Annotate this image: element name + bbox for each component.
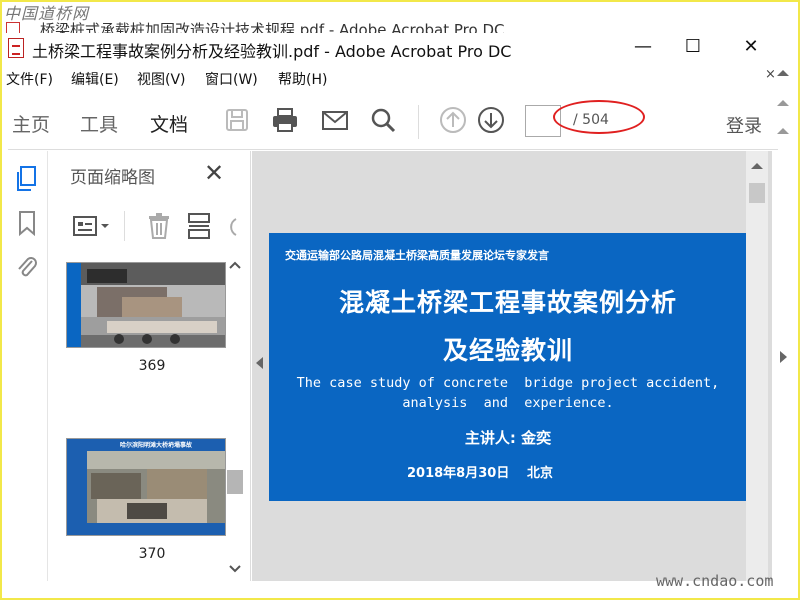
thumbnail-number: 370 [138,546,166,562]
thumbnail-caption: 哈尔滨阳明滩大桥坍塌事故 [119,442,192,449]
slide-date: 2018年8月30日 [407,466,510,481]
delete-page-icon[interactable] [146,211,172,245]
document-scroll-thumb[interactable] [749,183,765,203]
slide-title-line2: 及经验教训 [442,336,573,365]
thumbnail-scrollbar[interactable] [226,256,244,581]
acrobat-app-icon [8,38,24,58]
search-icon[interactable] [368,105,398,135]
slide-title-line1: 混凝土桥梁工程事故案例分析 [338,288,677,317]
background-window-title: 桥梁桩式承载桩加固改造设计技术规程.pdf - Adobe Acrobat Pr… [40,21,505,34]
thumbnail-page-370[interactable]: 哈尔滨阳明滩大桥坍塌事故 [66,438,226,536]
expand-right-pane-icon[interactable] [780,351,787,363]
tab-document[interactable]: 文档 [150,110,188,137]
next-page-icon[interactable] [476,105,506,135]
tab-tools[interactable]: 工具 [80,110,118,137]
menu-window[interactable]: 窗口(W) [205,69,258,89]
previous-page-icon[interactable] [438,105,468,135]
insert-page-icon[interactable] [186,211,212,245]
print-icon[interactable] [270,105,300,135]
thumbnail-list[interactable]: 369 哈尔滨阳明滩大桥坍塌事故 370 [48,256,228,581]
slide-speaker: 主讲人: 金奕 [464,429,552,447]
toolbar-divider [418,105,419,139]
page-thumbnails-panel: 页面缩略图 ✕ 369 哈尔滨阳明滩大桥坍塌事故 370 [48,151,251,581]
document-scrollbar[interactable] [746,151,768,581]
thumbnail-number: 369 [138,358,166,374]
toolbar: 主页 工具 文档 / 504 登录 [8,95,778,150]
close-panel-icon[interactable]: ✕ [204,159,224,187]
save-icon[interactable] [222,105,252,135]
slide-kicker: 交通运输部公路局混凝土桥梁高质量发展论坛专家发言 [285,249,549,262]
scroll-up-icon[interactable] [751,163,763,169]
tab-home[interactable]: 主页 [12,110,50,137]
window-title: 土桥梁工程事故案例分析及经验教训.pdf - Adobe Acrobat Pro… [32,42,512,61]
thumbnail-scroll-thumb[interactable] [227,470,243,494]
collapse-left-pane-icon[interactable] [256,357,263,369]
slide-english-title-line1: The case study of concrete bridge projec… [296,375,720,391]
login-link[interactable]: 登录 [726,112,762,138]
document-view[interactable]: 交通运输部公路局混凝土桥梁高质量发展论坛专家发言 混凝土桥梁工程事故案例分析 及… [252,151,772,581]
page-count-highlight [553,100,645,134]
email-icon[interactable] [320,105,350,135]
navigation-pane-icons [8,151,48,581]
thumbnails-panel-title: 页面缩略图 [70,168,155,188]
right-pane-strip [772,151,798,581]
attachment-icon[interactable] [14,253,40,281]
bookmark-icon[interactable] [14,209,40,237]
menu-view[interactable]: 视图(V) [137,69,186,89]
rotate-page-icon[interactable] [224,213,238,243]
maximize-button[interactable]: ☐ [670,33,716,63]
minimize-button[interactable]: — [620,33,666,63]
menu-help[interactable]: 帮助(H) [278,69,327,89]
thumbnail-page-369[interactable] [66,262,226,348]
menu-bar: 文件(F) 编辑(E) 视图(V) 窗口(W) 帮助(H) [0,66,768,90]
menu-file[interactable]: 文件(F) [6,69,53,89]
menu-edit[interactable]: 编辑(E) [71,69,119,89]
slide-english-title-line2: analysis and experience. [402,395,614,411]
thumbnail-toolbar [48,207,251,247]
watermark-bottom: www.cndao.com [656,572,774,590]
close-window-button[interactable]: ✕ [728,33,774,63]
document-page-slide: 交通运输部公路局混凝土桥梁高质量发展论坛专家发言 混凝土桥梁工程事故案例分析 及… [269,233,747,501]
page-thumbnails-icon[interactable] [14,165,40,193]
outer-scrollbar[interactable] [772,62,794,157]
slide-city: 北京 [527,466,554,481]
thumbnail-options-icon[interactable] [72,213,112,243]
title-bar: 土桥梁工程事故案例分析及经验教训.pdf - Adobe Acrobat Pro… [0,33,800,63]
thumbnail-toolbar-divider [124,211,125,241]
